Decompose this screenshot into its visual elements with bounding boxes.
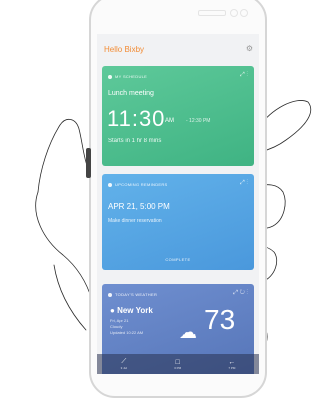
weather-header: TODAY'S WEATHER (115, 292, 158, 297)
event-ampm: AM (165, 118, 174, 124)
card-header: MY SCHEDULE (108, 74, 147, 79)
app-bar: Hello Bixby ⚙ (97, 34, 259, 64)
card-menu[interactable]: ⤢ ⋮ (240, 180, 248, 187)
card-menu[interactable]: ⤢ ↻ ⋮ (233, 290, 248, 297)
event-end-time: - 12:30 PM (186, 118, 211, 124)
weather-condition: Cloudy (110, 324, 123, 329)
gear-icon[interactable]: ⚙ (246, 44, 253, 53)
phone-screen: Hello Bixby ⚙ MY SCHEDULE ⤢ ⋮ Lunch meet… (97, 34, 259, 374)
weather-date: Fri, Apr 21 (110, 318, 129, 323)
back-icon: ← (228, 358, 236, 366)
cloud-icon: ☁ (179, 322, 197, 342)
complete-button[interactable]: COMPLETE (102, 257, 254, 262)
event-note: Starts in 1 hr 8 mins (108, 138, 162, 144)
schedule-header: MY SCHEDULE (115, 74, 148, 79)
trend-icon: ⟋ (121, 358, 127, 365)
more-icon[interactable]: ⋮ (246, 180, 248, 186)
sensor-icon (230, 9, 238, 17)
reminder-date: APR 21, 5:00 PM (108, 202, 170, 211)
card-dot-icon (108, 292, 112, 297)
event-time: 11:30 (107, 106, 166, 131)
nav-label: 3 PM (174, 365, 182, 370)
event-title: Lunch meeting (108, 90, 154, 97)
pin-icon[interactable]: ⤢ (240, 72, 245, 78)
refresh-icon[interactable]: ↻ (240, 290, 245, 296)
pin-icon[interactable]: ⤢ (233, 290, 238, 296)
nav-label: 7 PM (228, 365, 236, 370)
card-header: UPCOMING REMINDERS (108, 182, 168, 187)
reminder-note: Make dinner reservation (108, 218, 162, 224)
navigation-bar: ⟋ 3 Jul □ 3 PM ← 7 PM (97, 354, 259, 374)
city-name: New York (117, 306, 153, 315)
weather-temp: 73 (204, 304, 236, 335)
pin-icon[interactable]: ⤢ (240, 180, 245, 186)
card-dot-icon (108, 74, 112, 79)
more-icon[interactable]: ⋮ (246, 72, 248, 78)
nav-trend[interactable]: ⟋ 3 Jul (121, 358, 127, 370)
card-dot-icon (108, 182, 112, 187)
card-header: TODAY'S WEATHER (108, 292, 157, 297)
nav-back[interactable]: ← 7 PM (228, 359, 235, 370)
side-button (86, 148, 91, 178)
speaker-grille (198, 10, 226, 16)
nav-home[interactable]: □ 3 PM (174, 359, 181, 370)
schedule-card[interactable]: MY SCHEDULE ⤢ ⋮ Lunch meeting 11:30 AM -… (102, 66, 254, 166)
app-title: Hello Bixby (104, 45, 145, 54)
reminder-card[interactable]: UPCOMING REMINDERS ⤢ ⋮ APR 21, 5:00 PM M… (102, 174, 254, 270)
more-icon[interactable]: ⋮ (246, 290, 248, 296)
card-menu[interactable]: ⤢ ⋮ (240, 72, 248, 79)
square-icon: □ (175, 358, 180, 366)
nav-label: 3 Jul (120, 366, 127, 370)
reminder-header: UPCOMING REMINDERS (115, 182, 168, 187)
weather-updated: Updated 10:22 AM (110, 330, 144, 335)
front-camera-icon (240, 9, 248, 17)
weather-city: ● New York (110, 306, 153, 315)
